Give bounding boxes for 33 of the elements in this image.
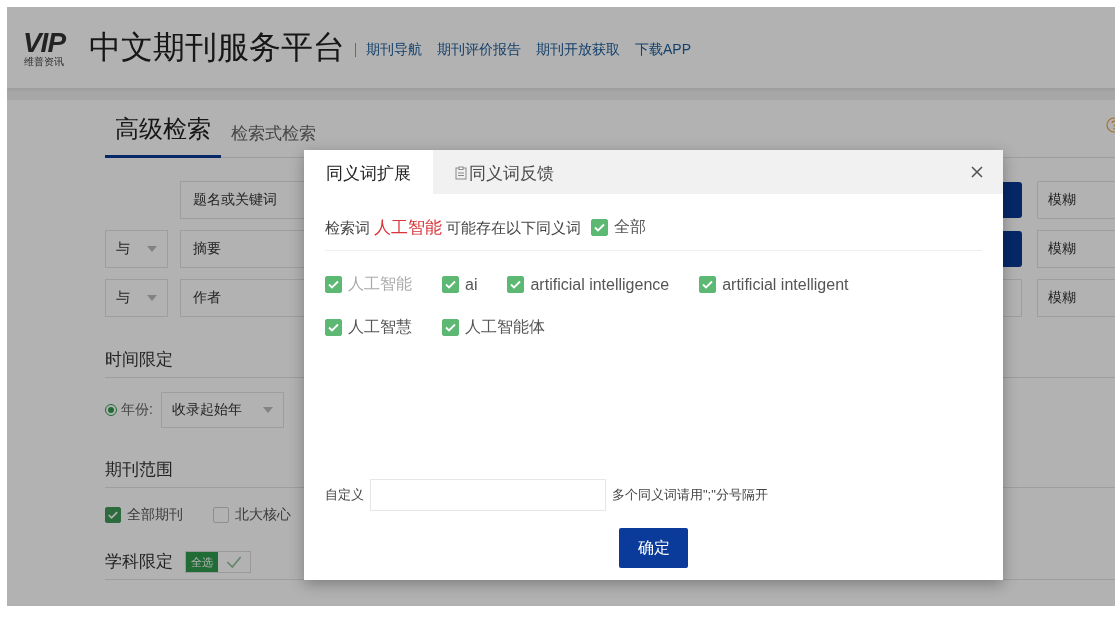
year-dropdown[interactable]: 收录起始年 <box>160 392 284 428</box>
close-icon[interactable] <box>970 165 984 179</box>
synonym-checkbox[interactable]: 人工智能体 <box>442 317 545 338</box>
custom-hint: 多个同义词请用";"分号隔开 <box>612 486 768 504</box>
section-title: 学科限定 <box>105 551 173 573</box>
all-checkbox[interactable]: 全部 <box>591 216 647 238</box>
match-dropdown[interactable]: 模糊 <box>1037 230 1115 268</box>
section-title: 期刊范围 <box>105 459 174 481</box>
synonym-checkbox[interactable]: 人工智慧 <box>325 317 412 338</box>
nav-link[interactable]: 期刊导航 <box>366 40 422 59</box>
synonym-checkbox[interactable]: artificial intelligence <box>507 274 670 295</box>
match-dropdown[interactable]: 模糊 <box>1037 181 1115 219</box>
synonym-checkbox[interactable]: artificial intelligent <box>699 274 849 295</box>
logic-dropdown[interactable]: 与 <box>105 279 168 317</box>
nav-link[interactable]: 期刊评价报告 <box>437 40 521 59</box>
logic-dropdown[interactable]: 与 <box>105 230 168 268</box>
logo-icon: VIP 维普资讯 <box>9 28 79 67</box>
synonym-intro: 检索词 人工智能 可能存在以下同义词 <box>325 216 582 239</box>
dialog-tab[interactable]: 同义词扩展 <box>304 150 433 194</box>
scope-checkbox[interactable]: 北大核心 <box>213 506 291 524</box>
nav-link[interactable]: 期刊开放获取 <box>536 40 620 59</box>
search-tab[interactable]: 高级检索 <box>105 113 221 158</box>
match-dropdown[interactable]: 模糊 <box>1037 279 1115 317</box>
scope-checkbox[interactable]: 全部期刊 <box>105 506 183 524</box>
section-title: 时间限定 <box>105 349 174 371</box>
custom-label: 自定义 <box>325 486 364 504</box>
site-title: 中文期刊服务平台 <box>89 27 345 67</box>
nav-link[interactable]: 下载APP <box>635 40 691 59</box>
clipboard-icon <box>455 166 467 180</box>
synonym-checkbox[interactable]: ai <box>442 274 478 295</box>
year-radio[interactable]: 年份: <box>105 401 153 419</box>
custom-input[interactable] <box>370 479 606 511</box>
confirm-button[interactable]: 确定 <box>619 528 688 568</box>
